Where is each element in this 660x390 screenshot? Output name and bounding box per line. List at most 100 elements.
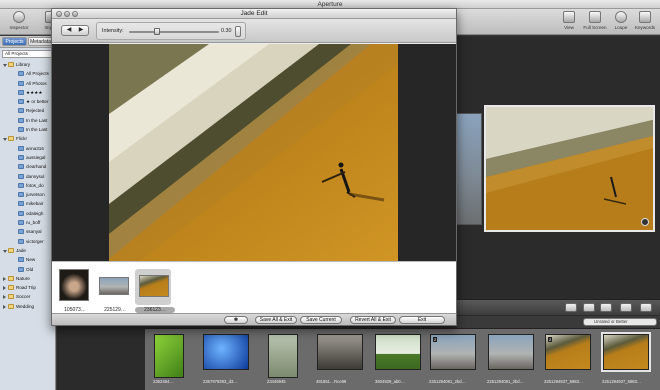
tree-item[interactable]: ★★★★ — [0, 88, 55, 97]
tree-item[interactable]: Library — [0, 60, 55, 69]
tab-projects[interactable]: Projects — [2, 37, 27, 46]
folder-icon — [8, 285, 14, 291]
loupe-label: Loupe — [614, 25, 628, 30]
album-icon — [18, 229, 24, 235]
tree-item[interactable]: ru_boff — [0, 218, 55, 227]
tree-item[interactable]: Wedding — [0, 302, 55, 311]
full-screen-icon — [589, 11, 601, 23]
thumb-beach-1[interactable]: 2 — [430, 334, 476, 370]
edit-image-strip: 105073… 225129… 236123… — [52, 261, 456, 313]
rotate-icon[interactable] — [640, 303, 652, 312]
disclosure-triangle-icon[interactable] — [3, 304, 6, 309]
thumb-caption: 23445945 — [267, 379, 286, 384]
disclosure-triangle-icon[interactable] — [3, 286, 6, 291]
projects-filter[interactable]: All Projects — [2, 50, 53, 58]
image-browser: 2362484… 2357978393_d3… 23445945 481851…… — [145, 328, 660, 390]
thumb-caption: 3604929_ab0… — [375, 379, 405, 384]
tree-item[interactable]: Rejected — [0, 106, 55, 115]
next-image-button[interactable]: ▶ — [75, 26, 87, 35]
thumb-water-drops[interactable] — [203, 334, 249, 370]
folder-icon — [8, 294, 14, 300]
strip-thumb-beach — [99, 277, 129, 295]
jade-edit-window: Jade Edit ◀ ▶ Intensity: 0.30 105073… 22… — [51, 8, 457, 326]
thumb-beach-2[interactable] — [488, 334, 534, 370]
thumb-stones[interactable] — [317, 334, 363, 370]
gear-button[interactable]: ✽ — [224, 316, 248, 324]
thumb-flowers[interactable] — [268, 334, 298, 378]
disclosure-triangle-icon[interactable] — [3, 249, 7, 253]
tree-item[interactable]: Old — [0, 265, 55, 274]
exit-button[interactable]: Exit — [399, 316, 445, 324]
project-tree: Library All Projects All Photos ★★★★ ★ or be… — [0, 60, 55, 311]
revert-all-exit-button[interactable]: Revert All & Exit — [350, 316, 396, 324]
tree-item-label: victorger — [26, 238, 44, 244]
tree-item[interactable]: Nature — [0, 274, 55, 283]
tree-item[interactable]: fotos_do — [0, 181, 55, 190]
intensity-value[interactable]: 0.30 — [221, 27, 232, 36]
close-window-icon[interactable] — [56, 11, 62, 17]
tree-item[interactable]: mikebair — [0, 199, 55, 208]
disclosure-triangle-icon[interactable] — [3, 276, 6, 281]
thumb-surfer-2-selected[interactable] — [601, 332, 651, 372]
tree-item-label: ssanyal — [26, 229, 42, 235]
thumb-leaf[interactable] — [154, 334, 184, 378]
zoom-window-icon[interactable] — [72, 11, 78, 17]
tree-item[interactable]: dannysul — [0, 172, 55, 181]
disclosure-triangle-icon[interactable] — [3, 138, 7, 142]
surfer-photo-large — [109, 44, 398, 261]
tree-item[interactable]: All Photos — [0, 79, 55, 88]
tree-item[interactable]: New — [0, 255, 55, 264]
tree-item[interactable]: jurvetson — [0, 190, 55, 199]
tree-item-label: ★★★★ — [26, 89, 43, 95]
selected-image-preview[interactable] — [484, 105, 655, 232]
tree-item-label: Library — [16, 62, 31, 67]
tree-item[interactable]: Jade — [0, 246, 55, 255]
intensity-slider[interactable] — [129, 28, 219, 35]
disclosure-triangle-icon[interactable] — [3, 64, 7, 67]
album-icon — [18, 127, 24, 133]
edited-photo[interactable] — [109, 44, 398, 261]
strip-item-1[interactable]: 105073… — [55, 269, 91, 313]
album-icon — [18, 220, 24, 226]
tree-item[interactable]: victorger — [0, 237, 55, 246]
tree-item[interactable]: odaleigh — [0, 209, 55, 218]
save-all-exit-button[interactable]: Save All & Exit — [255, 316, 297, 324]
tree-item[interactable]: In the Last — [0, 116, 55, 125]
folder-icon — [8, 247, 14, 253]
keywords-button[interactable]: Keywords — [628, 11, 660, 35]
album-icon — [18, 89, 24, 95]
filmstrip-view-icon[interactable] — [583, 303, 595, 312]
tree-item[interactable]: Soccer — [0, 292, 55, 301]
inspector-button[interactable]: Inspector — [2, 11, 36, 35]
split-view-icon[interactable] — [565, 303, 577, 312]
tree-item[interactable]: Flickr — [0, 134, 55, 143]
tree-item-label: Jade — [16, 247, 26, 253]
grid-view-icon[interactable] — [600, 303, 612, 312]
list-view-icon[interactable] — [620, 303, 632, 312]
thumb-golf-ball[interactable] — [375, 334, 421, 370]
strip-item-2[interactable]: 225129… — [95, 269, 131, 313]
browser-toolbar — [457, 299, 660, 315]
tree-item[interactable]: In the Last — [0, 125, 55, 134]
intensity-slider-knob[interactable] — [154, 28, 161, 35]
album-icon — [18, 117, 24, 123]
tree-item[interactable]: aussiegal — [0, 153, 55, 162]
tree-item[interactable]: All Projects — [0, 69, 55, 78]
minimize-window-icon[interactable] — [64, 11, 70, 17]
album-icon — [18, 108, 24, 114]
disclosure-triangle-icon[interactable] — [3, 295, 6, 300]
tree-item[interactable]: anna316 — [0, 144, 55, 153]
tree-item-label: clearhand — [26, 164, 47, 170]
strip-item-3-selected[interactable]: 236123… — [135, 269, 175, 313]
previous-image-button[interactable]: ◀ — [63, 26, 75, 35]
tree-item[interactable]: Road Trip — [0, 283, 55, 292]
tree-item[interactable]: clearhand — [0, 162, 55, 171]
intensity-stepper[interactable] — [235, 26, 241, 37]
save-current-button[interactable]: Save Current — [300, 316, 342, 324]
thumb-surfer-1[interactable]: 2 — [545, 334, 591, 370]
rating-filter-select[interactable]: Unrated or Better — [583, 318, 657, 326]
tree-item[interactable]: ssanyal — [0, 227, 55, 236]
album-icon — [18, 145, 24, 151]
tree-item[interactable]: ★ or better — [0, 97, 55, 106]
tab-metadata[interactable]: Metadata — [28, 37, 53, 46]
